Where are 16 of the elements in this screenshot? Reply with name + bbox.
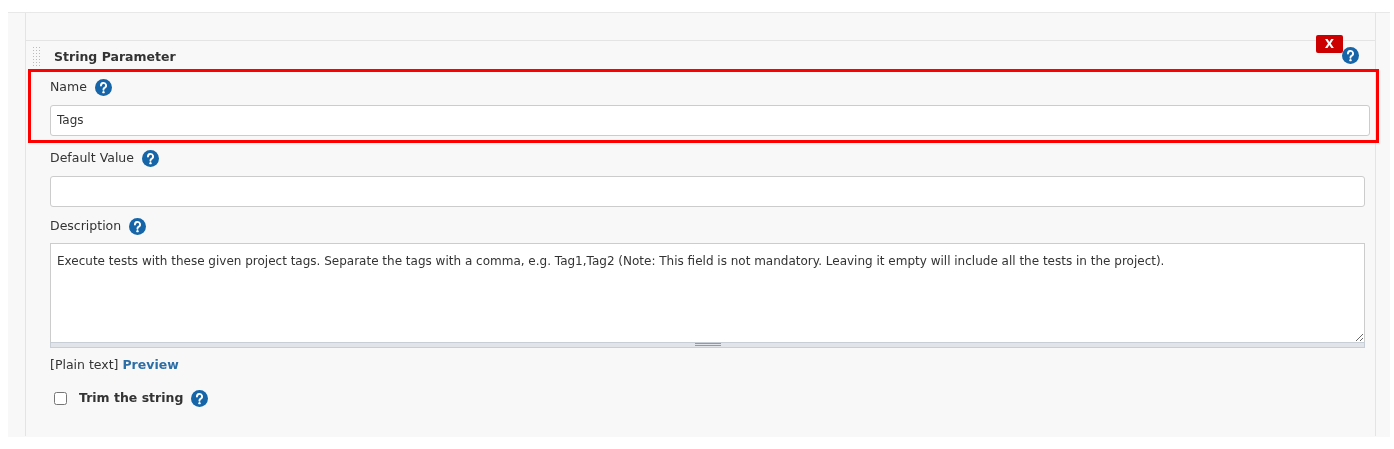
- field-label: Default Value: [50, 149, 134, 165]
- help-icon[interactable]: [191, 389, 209, 407]
- checkbox-label: Trim the string: [79, 389, 184, 407]
- field-label: Description: [50, 217, 122, 233]
- preview-link[interactable]: Preview: [122, 357, 179, 373]
- format-note: [Plain text]: [50, 357, 120, 373]
- help-icon[interactable]: [142, 149, 159, 167]
- text-field[interactable]: Tags: [50, 104, 1370, 136]
- help-icon[interactable]: [1342, 47, 1359, 64]
- delete-button[interactable]: X: [1315, 35, 1343, 53]
- trim-checkbox[interactable]: [54, 391, 67, 405]
- field-label: Name: [50, 79, 87, 94]
- help-icon[interactable]: [94, 79, 112, 96]
- description-field[interactable]: Execute tests with these given project tags. Separate the tags with a comma, e.g. Tag1,Tag2 (Note: This field is not mandatory. Leaving it empty will include all the tests in the project).: [50, 243, 1365, 344]
- section-title: String Parameter: [54, 47, 176, 66]
- help-icon[interactable]: [129, 217, 147, 235]
